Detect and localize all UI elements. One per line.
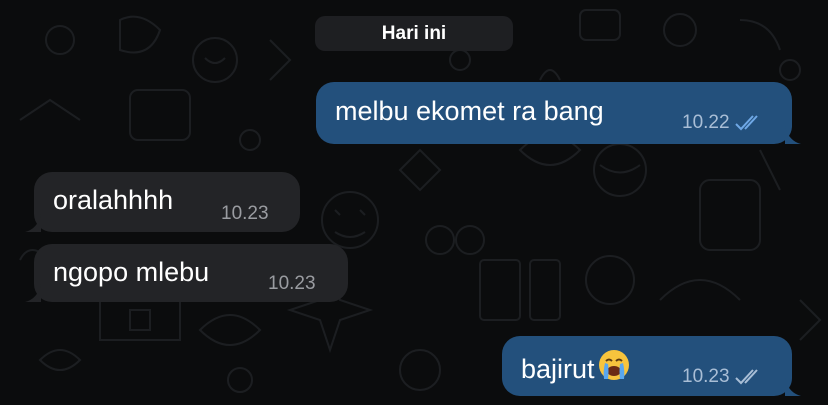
message-text: bajirut [521, 348, 631, 385]
message-meta: 10.23 [221, 203, 269, 225]
outgoing-message-bubble[interactable]: melbu ekomet ra bang 10.22 [316, 82, 801, 144]
bubble-tail [25, 214, 41, 232]
incoming-message-bubble[interactable]: oralahhhh 10.23 [25, 172, 300, 232]
message-meta: 10.22 [682, 112, 764, 134]
message-time: 10.23 [268, 273, 316, 294]
message-text: oralahhhh [53, 185, 174, 215]
incoming-message-bubble[interactable]: ngopo mlebu 10.23 [25, 244, 348, 302]
message-time: 10.22 [682, 112, 730, 133]
bubble-tail [25, 284, 41, 302]
bubble-tail [785, 126, 801, 144]
read-double-check-icon [734, 115, 758, 131]
message-meta: 10.23 [682, 366, 764, 388]
message-text: melbu ekomet ra bang [335, 96, 604, 126]
message-text-content: bajirut [521, 354, 595, 384]
date-separator-label: Hari ini [381, 22, 447, 44]
message-text: ngopo mlebu [53, 257, 210, 287]
bubble-tail [785, 378, 801, 396]
date-separator: Hari ini [315, 16, 513, 51]
message-time: 10.23 [221, 203, 269, 224]
delivered-double-check-icon [734, 369, 758, 385]
message-time: 10.23 [682, 366, 730, 387]
message-meta: 10.23 [268, 273, 316, 295]
loudly-crying-face-icon [598, 350, 629, 380]
outgoing-message-bubble[interactable]: bajirut 10.23 [502, 336, 801, 396]
